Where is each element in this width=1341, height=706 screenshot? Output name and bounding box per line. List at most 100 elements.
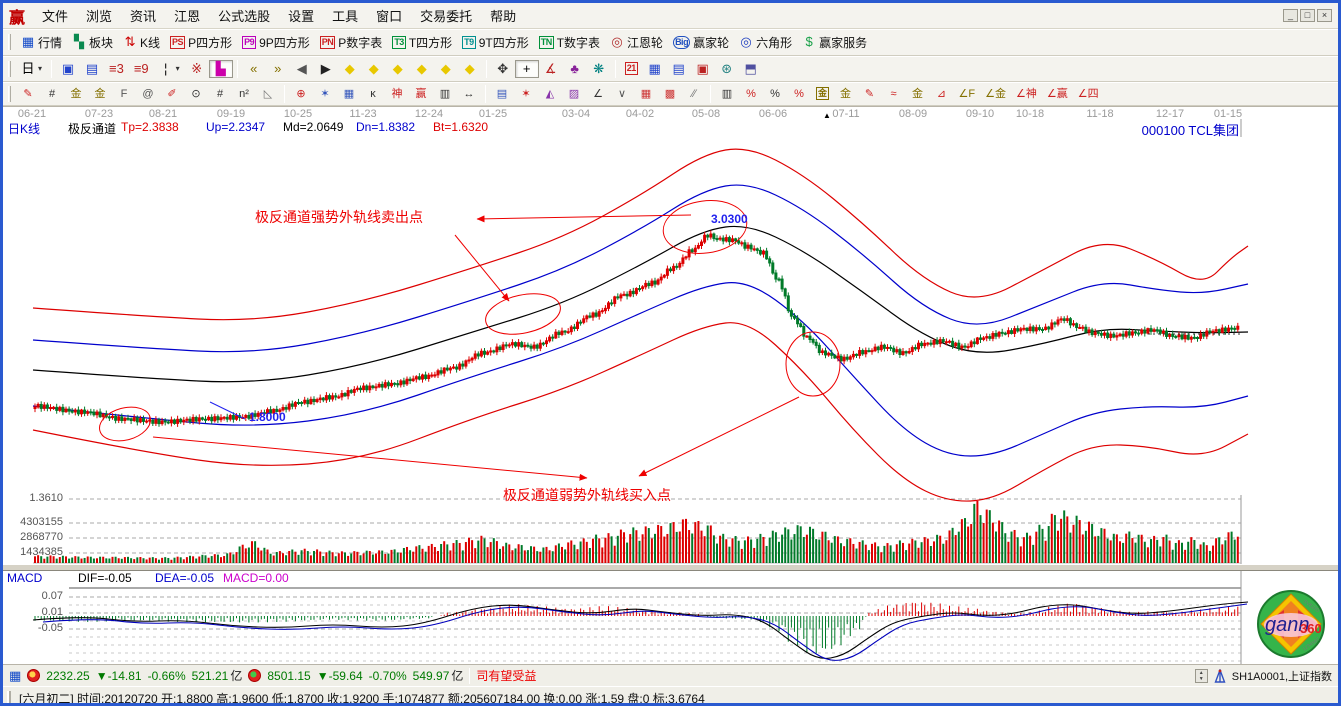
- menu-item[interactable]: 设置: [279, 4, 323, 27]
- chart-canvas[interactable]: [3, 107, 1341, 665]
- stock-label[interactable]: 000100 TCL集团: [1129, 120, 1239, 139]
- menu-item[interactable]: 文件: [33, 4, 77, 27]
- hexagon-button[interactable]: ◎六角形: [734, 32, 797, 53]
- bars-9-button[interactable]: ≡9: [129, 60, 154, 78]
- number-fence-button[interactable]: ▥: [433, 85, 457, 103]
- pan-hand-button[interactable]: ✥: [491, 60, 515, 78]
- close-button[interactable]: ×: [1317, 9, 1332, 22]
- gold-fence-2-button[interactable]: 金: [88, 85, 112, 103]
- n-square-button[interactable]: n²: [232, 85, 256, 103]
- candle-style-button[interactable]: ¦▾: [154, 60, 185, 78]
- p-number-button[interactable]: PNP数字表: [315, 32, 388, 53]
- pen-button[interactable]: ✎: [16, 85, 40, 103]
- diamond-left-button[interactable]: ◆: [338, 60, 362, 78]
- f-fence-button[interactable]: F: [112, 85, 136, 103]
- volume-profile-button[interactable]: ▙: [209, 60, 233, 78]
- percent-line-button[interactable]: %: [739, 85, 763, 103]
- pattern-tool-button[interactable]: ❋: [587, 60, 611, 78]
- menu-item[interactable]: 浏览: [77, 4, 121, 27]
- t9-square-button[interactable]: T99T四方形: [457, 32, 534, 53]
- menu-item[interactable]: 资讯: [121, 4, 165, 27]
- diamond-up-button[interactable]: ◆: [434, 60, 458, 78]
- jump-start-button[interactable]: «: [242, 60, 266, 78]
- percent-level-button[interactable]: %: [787, 85, 811, 103]
- target-circle-button[interactable]: ⊕: [289, 85, 313, 103]
- gold-level-2-button[interactable]: 金: [906, 85, 930, 103]
- percent-button[interactable]: %: [763, 85, 787, 103]
- shen-fence-button[interactable]: 神: [385, 85, 409, 103]
- pane-separator[interactable]: [3, 564, 1338, 571]
- step-forward-button[interactable]: ▶: [314, 60, 338, 78]
- kline-button[interactable]: ⇅K线: [118, 32, 165, 53]
- calculator-button[interactable]: ▦: [643, 60, 667, 78]
- angle-four-button[interactable]: ∠四: [1073, 85, 1104, 103]
- angle-line-button[interactable]: ∠: [586, 85, 610, 103]
- pen-fence-button[interactable]: ✐: [160, 85, 184, 103]
- wave-line-button[interactable]: ≈: [882, 85, 906, 103]
- diamond-compress-button[interactable]: ◆: [410, 60, 434, 78]
- num-ladder-button[interactable]: ▥: [715, 85, 739, 103]
- t-square-button[interactable]: T3T四方形: [387, 32, 457, 53]
- width-measure-button[interactable]: ↔: [457, 85, 481, 103]
- quotes-button[interactable]: ▦行情: [16, 32, 67, 53]
- news-ticker[interactable]: 司有望受益: [476, 667, 536, 684]
- calendar-button[interactable]: 21: [620, 60, 643, 77]
- chart-window-button[interactable]: ▣: [56, 60, 80, 78]
- menu-item[interactable]: 工具: [323, 4, 367, 27]
- wave-v-button[interactable]: ∨: [610, 85, 634, 103]
- winner-service-button[interactable]: $赢家服务: [797, 32, 872, 53]
- angle-shen-button[interactable]: ∠神: [1011, 85, 1042, 103]
- bars-3-button[interactable]: ≡3: [104, 60, 129, 78]
- save-button[interactable]: ▣: [691, 60, 715, 78]
- menu-item[interactable]: 交易委托: [411, 4, 481, 27]
- web-grid-button[interactable]: ▦: [337, 85, 361, 103]
- gold-circle-button[interactable]: 金: [811, 85, 834, 102]
- shenzhen-market-icon[interactable]: [248, 669, 261, 682]
- grid-k-button[interactable]: ▨: [562, 85, 586, 103]
- ying-fence-button[interactable]: 赢: [409, 85, 433, 103]
- menu-item[interactable]: 窗口: [367, 4, 411, 27]
- shanghai-market-icon[interactable]: [27, 669, 40, 682]
- tree-tool-button[interactable]: ♣: [563, 60, 587, 78]
- slant-lines-button[interactable]: ∕∕: [682, 85, 706, 103]
- radial-web-button[interactable]: ✶: [313, 85, 337, 103]
- world-clock-button[interactable]: ⊛: [715, 60, 739, 78]
- sectors-button[interactable]: ▚板块: [67, 32, 118, 53]
- gann-circle-button[interactable]: ⊙: [184, 85, 208, 103]
- menu-item[interactable]: 公式选股: [209, 4, 279, 27]
- diamond-all-button[interactable]: ◆: [458, 60, 482, 78]
- step-back-button[interactable]: ◀: [290, 60, 314, 78]
- jump-end-button[interactable]: »: [266, 60, 290, 78]
- angle-ruler-button[interactable]: ◺: [256, 85, 280, 103]
- t-number-button[interactable]: TNT数字表: [534, 32, 605, 53]
- angle-ying-button[interactable]: ∠赢: [1042, 85, 1073, 103]
- winner-wheel-button[interactable]: Big赢家轮: [668, 32, 734, 53]
- spiral-button[interactable]: @: [136, 85, 160, 103]
- angle-gold-button[interactable]: ∠金: [980, 85, 1011, 103]
- ray-fan-button[interactable]: ✶: [514, 85, 538, 103]
- notepad-button[interactable]: ▤: [667, 60, 691, 78]
- menu-item[interactable]: 帮助: [481, 4, 525, 27]
- menu-item[interactable]: 江恩: [165, 4, 209, 27]
- angle-f-button[interactable]: ∠F: [954, 85, 981, 103]
- pattern-button[interactable]: ※: [185, 60, 209, 78]
- tri-web-button[interactable]: ◭: [538, 85, 562, 103]
- k-mark-button[interactable]: ĸ: [361, 85, 385, 103]
- angle-tool-button[interactable]: ∡: [539, 60, 563, 78]
- p9-square-button[interactable]: P99P四方形: [237, 32, 315, 53]
- red-grid-axis-button[interactable]: ▩: [658, 85, 682, 103]
- fence-button[interactable]: #: [40, 85, 64, 103]
- feed-spinner[interactable]: ▲▼: [1195, 669, 1208, 683]
- ladder-button[interactable]: ▤: [490, 85, 514, 103]
- info-view-button[interactable]: ▤: [80, 60, 104, 78]
- red-grid-button[interactable]: ▦: [634, 85, 658, 103]
- period-day-button[interactable]: 日▾: [16, 60, 47, 78]
- crosshair-button[interactable]: +: [515, 60, 539, 78]
- diamond-expand-button[interactable]: ◆: [386, 60, 410, 78]
- fence-2-button[interactable]: #: [208, 85, 232, 103]
- gold-level-button[interactable]: 金: [834, 85, 858, 103]
- p-square-button[interactable]: PSP四方形: [165, 32, 237, 53]
- restore-button[interactable]: □: [1300, 9, 1315, 22]
- pen-k-button[interactable]: ✎: [858, 85, 882, 103]
- j-angle-button[interactable]: ⊿: [930, 85, 954, 103]
